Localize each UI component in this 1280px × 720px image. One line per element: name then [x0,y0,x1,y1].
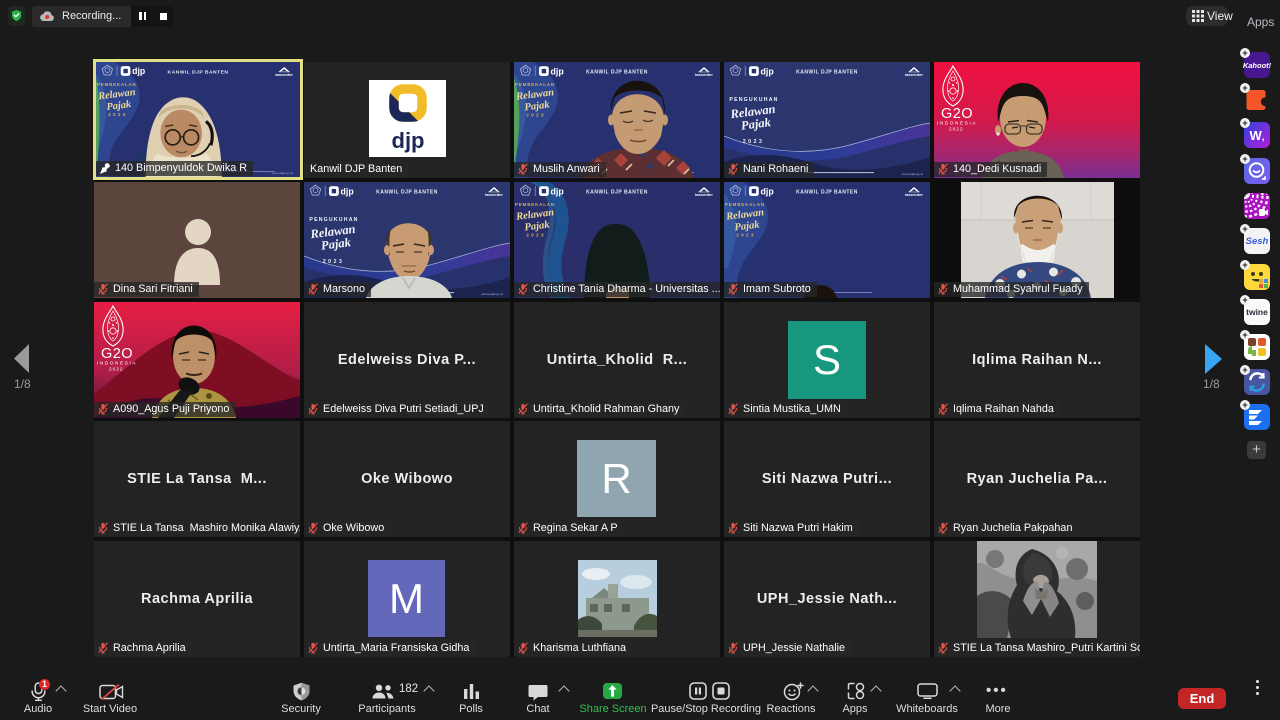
svg-text:djp: djp [761,186,775,196]
svg-text:PEMBEKALAN: PEMBEKALAN [97,82,137,87]
svg-text:djp: djp [551,186,565,196]
svg-text:djp: djp [132,66,145,76]
svg-text:djp: djp [392,128,425,153]
svg-text:2023: 2023 [108,112,127,118]
svg-text:KANWIL DJP BANTEN: KANWIL DJP BANTEN [796,190,858,196]
svg-text:2023: 2023 [526,233,545,239]
svg-text:taxcenter: taxcenter [905,192,923,197]
svg-text:INDONESIA: INDONESIA [97,361,137,366]
svg-text:KANWIL DJP BANTEN: KANWIL DJP BANTEN [376,190,438,196]
svg-text:djp: djp [341,186,355,196]
svg-text:KANWIL DJP BANTEN: KANWIL DJP BANTEN [586,70,648,76]
svg-text:INDONESIA: INDONESIA [937,121,977,126]
svg-text:PEMBEKALAN: PEMBEKALAN [725,202,765,207]
svg-text:taxcenter: taxcenter [275,72,293,77]
svg-text:djp: djp [761,66,775,76]
svg-text:www.pajak.go.id: www.pajak.go.id [272,171,294,175]
svg-text:taxcenter: taxcenter [485,192,503,197]
svg-text:2023: 2023 [526,113,545,119]
svg-text:taxcenter: taxcenter [905,72,923,77]
svg-text:KANWIL DJP BANTEN: KANWIL DJP BANTEN [168,69,229,75]
svg-text:KANWIL DJP BANTEN: KANWIL DJP BANTEN [586,190,648,196]
svg-text:taxcenter: taxcenter [695,192,713,197]
svg-text:taxcenter: taxcenter [695,72,713,77]
svg-text:www.pajak.go.id: www.pajak.go.id [481,292,503,296]
svg-text:2023: 2023 [743,139,765,145]
svg-text:2022: 2022 [109,367,123,372]
svg-text:KANWIL DJP BANTEN: KANWIL DJP BANTEN [796,70,858,76]
svg-text:PEMBEKALAN: PEMBEKALAN [515,82,555,87]
svg-text:www.pajak.go.id: www.pajak.go.id [901,172,923,176]
svg-text:djp: djp [551,66,565,76]
svg-text:2023: 2023 [323,259,345,265]
svg-text:PEMBEKALAN: PEMBEKALAN [515,202,555,207]
svg-text:2022: 2022 [949,127,963,132]
svg-text:2023: 2023 [736,233,755,239]
